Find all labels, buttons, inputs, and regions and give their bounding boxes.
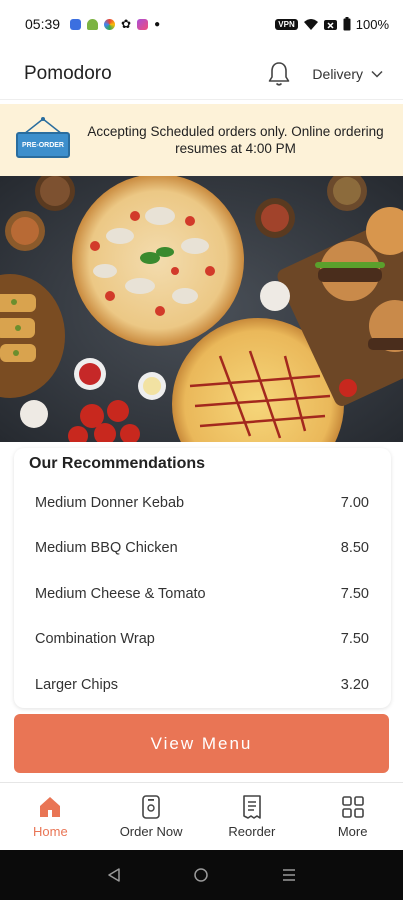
hero-food-image	[0, 176, 403, 442]
nav-item-order-now[interactable]: Order Now	[101, 783, 202, 850]
bottom-nav: Home Order Now Reorder More	[0, 782, 403, 850]
nav-label-order-now: Order Now	[119, 824, 183, 839]
settings-gear-icon: ✿	[121, 17, 132, 31]
status-bar: 05:39 ✿ ● VPN 100%	[0, 0, 403, 48]
nav-label-home: Home	[33, 824, 68, 839]
receipt-icon	[239, 794, 265, 820]
nav-label-more: More	[337, 824, 368, 839]
recommendation-item[interactable]: Medium Donner Kebab 7.00	[14, 480, 391, 526]
nav-label-reorder: Reorder	[228, 824, 276, 839]
item-name: Medium BBQ Chicken	[35, 540, 178, 557]
page-title: Pomodoro	[24, 62, 112, 84]
app-notification-icon	[70, 18, 82, 30]
home-icon	[37, 794, 63, 820]
delivery-mode-dropdown[interactable]: Delivery	[312, 66, 383, 82]
order-icon	[138, 794, 164, 820]
home-circle-icon[interactable]	[194, 868, 209, 882]
back-icon[interactable]	[107, 868, 121, 882]
chevron-down-icon	[371, 70, 383, 78]
signal-icon	[323, 19, 337, 30]
item-price: 7.50	[340, 631, 369, 648]
item-name: Larger Chips	[35, 676, 119, 693]
recommendation-item[interactable]: Medium BBQ Chicken 8.50	[14, 526, 391, 572]
photos-icon	[104, 18, 116, 30]
banner-message: Accepting Scheduled orders only. Online …	[87, 124, 384, 156]
item-name: Combination Wrap	[35, 631, 155, 648]
battery-percent: 100%	[355, 16, 389, 32]
notifications-button[interactable]	[266, 61, 292, 87]
item-price: 3.20	[340, 676, 369, 693]
item-name: Medium Cheese & Tomato	[35, 585, 206, 602]
android-icon	[87, 18, 99, 30]
recommendation-item[interactable]: Combination Wrap 7.50	[14, 617, 391, 663]
recommendations-title: Our Recommendations	[29, 455, 206, 472]
view-menu-button[interactable]: View Menu	[14, 714, 389, 773]
grid-icon	[340, 794, 366, 820]
android-nav-bar	[0, 850, 403, 900]
delivery-mode-label: Delivery	[312, 65, 363, 82]
preorder-sign-icon: PRE-ORDER	[14, 116, 72, 164]
app-header: Pomodoro Delivery	[0, 48, 403, 100]
item-price: 7.50	[340, 585, 369, 602]
recommendations-card: Our Recommendations Medium Donner Kebab …	[14, 448, 391, 708]
recommendation-item[interactable]: Medium Cheese & Tomato 7.50	[14, 571, 391, 617]
bell-icon	[269, 61, 290, 86]
item-price: 8.50	[340, 540, 369, 557]
preorder-tag: PRE-ORDER	[16, 132, 70, 158]
more-notifications-dot-icon: ●	[154, 18, 161, 30]
nav-item-more[interactable]: More	[302, 783, 403, 850]
nav-item-home[interactable]: Home	[0, 783, 101, 850]
vpn-badge: VPN	[275, 18, 298, 30]
item-name: Medium Donner Kebab	[35, 494, 185, 511]
preorder-banner: PRE-ORDER Accepting Scheduled orders onl…	[0, 104, 403, 176]
nav-item-reorder[interactable]: Reorder	[202, 783, 303, 850]
battery-icon	[343, 17, 351, 31]
status-time: 05:39	[25, 16, 61, 32]
wifi-icon	[303, 18, 318, 30]
recommendation-item[interactable]: Larger Chips 3.20	[14, 662, 391, 708]
messenger-icon	[137, 18, 149, 30]
item-price: 7.00	[340, 494, 369, 511]
recents-icon[interactable]	[282, 868, 296, 882]
